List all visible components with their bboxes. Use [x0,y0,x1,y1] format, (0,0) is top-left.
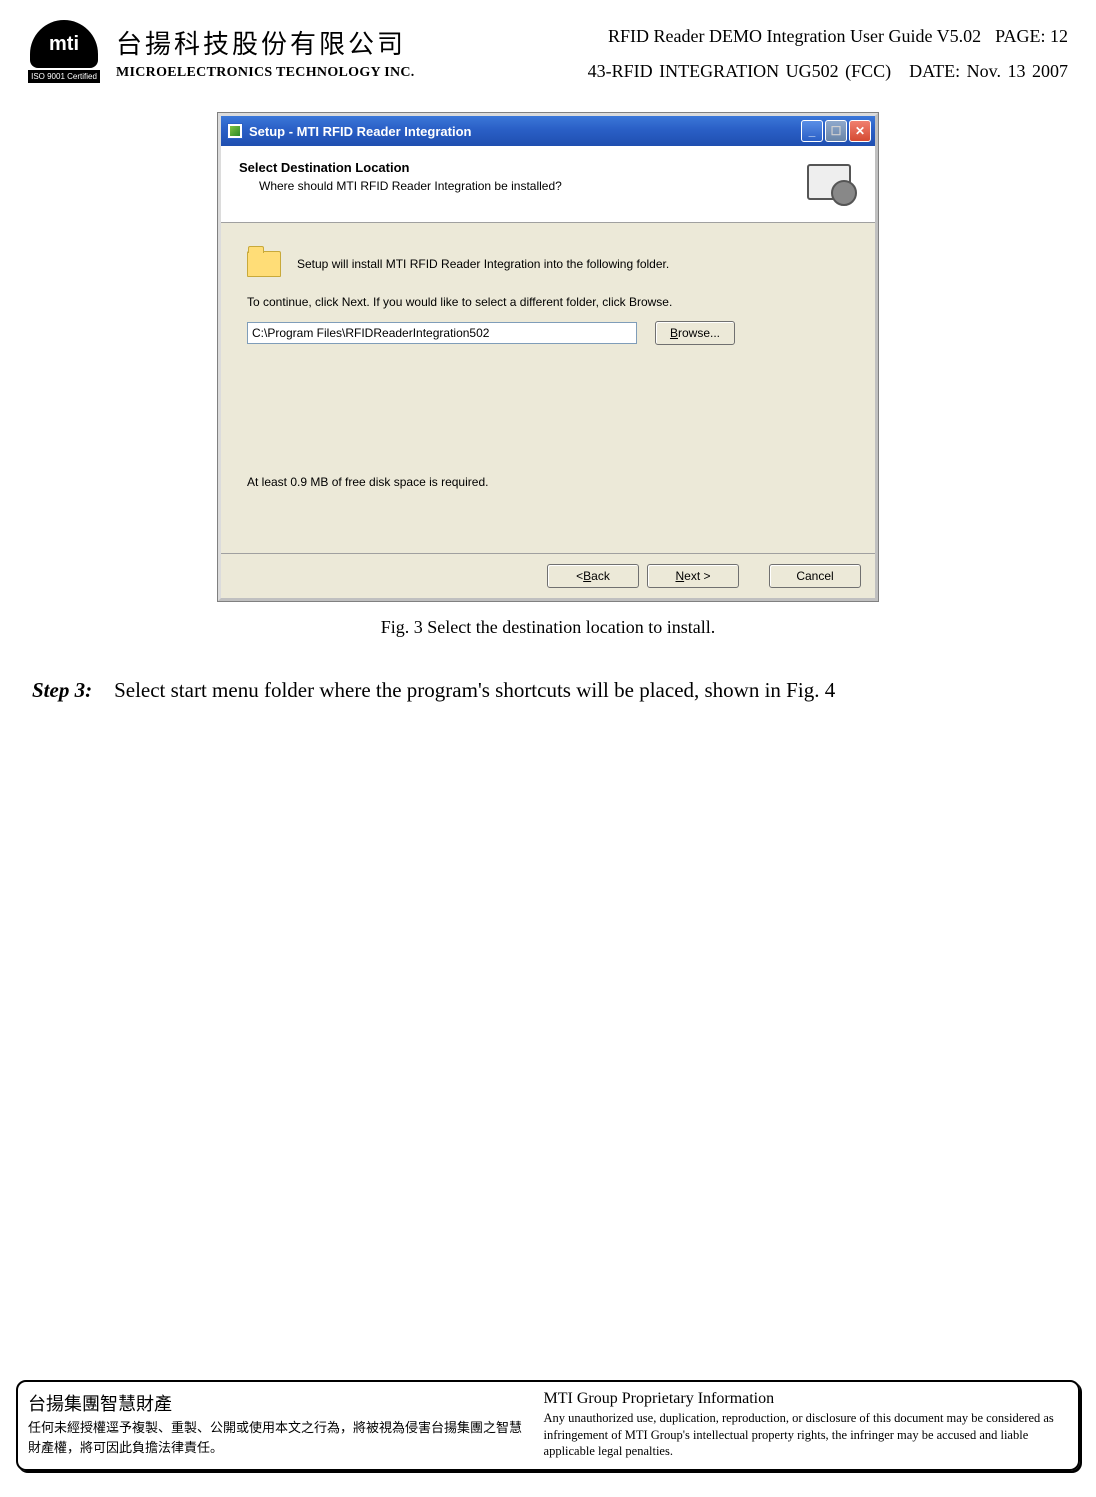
maximize-button[interactable]: ☐ [825,120,847,142]
next-button[interactable]: Next > [647,564,739,588]
wizard-heading: Select Destination Location [239,160,795,175]
footer-cn-title: 台揚集團智慧財產 [28,1390,528,1416]
proprietary-footer: 台揚集團智慧財產 任何未經授權逕予複製、重製、公開或使用本文之行為，將被視為侵害… [16,1380,1080,1471]
minimize-button[interactable]: _ [801,120,823,142]
cancel-button[interactable]: Cancel [769,564,861,588]
logo-block: mti ISO 9001 Certified [28,20,100,83]
window-title: Setup - MTI RFID Reader Integration [249,124,795,139]
installer-icon [227,123,243,139]
destination-path-input[interactable]: C:\Program Files\RFIDReaderIntegration50… [247,322,637,344]
step-text: Select start menu folder where the progr… [114,678,835,703]
folder-icon [247,251,281,277]
step-label: Step 3: [32,678,92,703]
computer-disk-icon [807,164,851,200]
wizard-header: Select Destination Location Where should… [221,146,875,223]
header-meta: RFID Reader DEMO Integration User Guide … [588,26,1068,82]
wizard-footer: < Back Next > Cancel [221,553,875,598]
install-line: Setup will install MTI RFID Reader Integ… [297,257,669,271]
company-logo-icon: mti [30,20,98,68]
company-name-en: MICROELECTRONICS TECHNOLOGY INC. [116,65,415,81]
browse-button[interactable]: Browse... [655,321,735,345]
setup-dialog: Setup - MTI RFID Reader Integration _ ☐ … [218,113,878,601]
footer-cn-body: 任何未經授權逕予複製、重製、公開或使用本文之行為，將被視為侵害台揚集團之智慧財產… [28,1418,528,1457]
company-name-cn: 台揚科技股份有限公司 [116,24,415,61]
continue-line: To continue, click Next. If you would li… [247,295,849,309]
back-button[interactable]: < Back [547,564,639,588]
company-name-block: 台揚科技股份有限公司 MICROELECTRONICS TECHNOLOGY I… [116,24,415,81]
footer-en-body: Any unauthorized use, duplication, repro… [544,1410,1068,1459]
wizard-body: Setup will install MTI RFID Reader Integ… [221,223,875,553]
page-header: mti ISO 9001 Certified 台揚科技股份有限公司 MICROE… [28,20,1068,83]
footer-en-title: MTI Group Proprietary Information [544,1390,1068,1408]
disk-space-note: At least 0.9 MB of free disk space is re… [247,475,849,489]
iso-badge: ISO 9001 Certified [28,70,100,83]
wizard-subheading: Where should MTI RFID Reader Integration… [259,179,795,193]
doc-date: DATE: Nov. 13 2007 [909,61,1068,82]
close-button[interactable]: ✕ [849,120,871,142]
page-number: PAGE: 12 [995,26,1068,47]
doc-code: 43-RFID INTEGRATION UG502 (FCC) [588,61,892,82]
titlebar: Setup - MTI RFID Reader Integration _ ☐ … [221,116,875,146]
guide-title: RFID Reader DEMO Integration User Guide … [608,26,981,47]
destination-path-value: C:\Program Files\RFIDReaderIntegration50… [252,326,489,340]
figure-caption: Fig. 3 Select the destination location t… [28,617,1068,638]
step-3: Step 3: Select start menu folder where t… [28,678,1068,703]
destination-icon [807,160,857,210]
